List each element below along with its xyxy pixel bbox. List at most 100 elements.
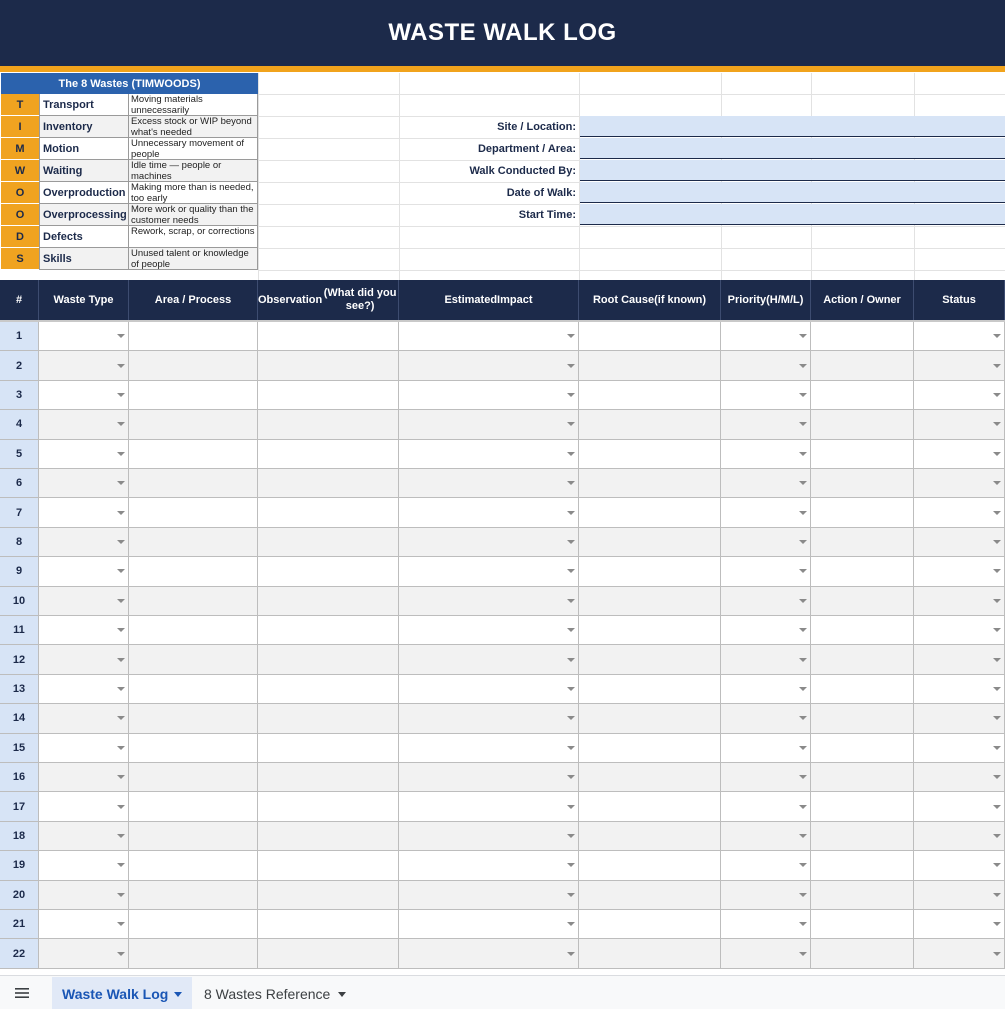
table-cell[interactable] bbox=[579, 469, 721, 499]
table-cell[interactable] bbox=[399, 674, 579, 705]
chevron-down-icon[interactable] bbox=[993, 922, 1001, 927]
table-cell[interactable] bbox=[39, 939, 129, 969]
table-cell[interactable] bbox=[811, 704, 914, 734]
table-cell[interactable] bbox=[399, 851, 579, 881]
table-cell[interactable] bbox=[811, 792, 914, 822]
table-cell[interactable] bbox=[399, 733, 579, 763]
chevron-down-icon[interactable] bbox=[117, 804, 125, 809]
table-cell[interactable] bbox=[129, 851, 258, 881]
chevron-down-icon[interactable] bbox=[117, 451, 125, 456]
table-cell[interactable] bbox=[914, 557, 1005, 587]
chevron-down-icon[interactable] bbox=[567, 392, 575, 397]
table-cell[interactable] bbox=[811, 674, 914, 705]
table-cell[interactable] bbox=[579, 616, 721, 646]
table-cell[interactable] bbox=[811, 380, 914, 411]
chevron-down-icon[interactable] bbox=[799, 334, 807, 339]
chevron-down-icon[interactable] bbox=[799, 951, 807, 956]
chevron-down-icon[interactable] bbox=[799, 422, 807, 427]
spreadsheet-grid[interactable]: WASTE WALK LOG The 8 Wastes (TIMWOODS) T… bbox=[0, 0, 1005, 975]
table-cell[interactable] bbox=[258, 880, 399, 910]
table-cell[interactable] bbox=[399, 586, 579, 616]
chevron-down-icon[interactable] bbox=[799, 392, 807, 397]
waste-letter[interactable]: D bbox=[1, 226, 39, 248]
table-cell[interactable] bbox=[39, 674, 129, 705]
table-cell[interactable] bbox=[914, 792, 1005, 822]
table-cell[interactable] bbox=[258, 910, 399, 940]
table-cell[interactable] bbox=[579, 351, 721, 381]
table-cell[interactable] bbox=[579, 674, 721, 705]
chevron-down-icon[interactable] bbox=[799, 745, 807, 750]
chevron-down-icon[interactable] bbox=[993, 745, 1001, 750]
table-cell[interactable] bbox=[129, 704, 258, 734]
waste-name[interactable]: Transport bbox=[39, 94, 129, 116]
chevron-down-icon[interactable] bbox=[567, 598, 575, 603]
table-cell[interactable] bbox=[579, 527, 721, 558]
table-cell[interactable] bbox=[129, 880, 258, 910]
table-cell[interactable] bbox=[914, 527, 1005, 558]
table-cell[interactable] bbox=[811, 645, 914, 675]
table-cell[interactable] bbox=[721, 557, 811, 587]
table-cell[interactable] bbox=[579, 821, 721, 852]
table-cell[interactable] bbox=[39, 439, 129, 469]
table-cell[interactable] bbox=[39, 469, 129, 499]
chevron-down-icon[interactable] bbox=[117, 510, 125, 515]
table-cell[interactable] bbox=[914, 351, 1005, 381]
table-cell[interactable] bbox=[811, 410, 914, 440]
chevron-down-icon[interactable] bbox=[799, 804, 807, 809]
chevron-down-icon[interactable] bbox=[799, 598, 807, 603]
table-cell[interactable] bbox=[129, 439, 258, 469]
waste-name[interactable]: Overprocessing bbox=[39, 204, 129, 226]
table-cell[interactable] bbox=[811, 322, 914, 352]
table-cell[interactable] bbox=[399, 939, 579, 969]
table-cell[interactable] bbox=[579, 439, 721, 469]
table-cell[interactable] bbox=[399, 527, 579, 558]
table-cell[interactable] bbox=[721, 733, 811, 763]
table-cell[interactable] bbox=[258, 821, 399, 852]
row-number[interactable]: 16 bbox=[0, 763, 39, 793]
waste-description[interactable]: Moving materials unnecessarily bbox=[129, 94, 258, 116]
table-cell[interactable] bbox=[399, 322, 579, 352]
waste-name[interactable]: Skills bbox=[39, 248, 129, 270]
table-cell[interactable] bbox=[39, 498, 129, 528]
table-cell[interactable] bbox=[721, 645, 811, 675]
table-cell[interactable] bbox=[258, 351, 399, 381]
table-cell[interactable] bbox=[129, 469, 258, 499]
table-cell[interactable] bbox=[258, 410, 399, 440]
table-cell[interactable] bbox=[129, 910, 258, 940]
table-cell[interactable] bbox=[914, 586, 1005, 616]
table-cell[interactable] bbox=[129, 821, 258, 852]
table-cell[interactable] bbox=[129, 763, 258, 793]
chevron-down-icon[interactable] bbox=[799, 363, 807, 368]
table-cell[interactable] bbox=[129, 322, 258, 352]
table-cell[interactable] bbox=[399, 821, 579, 852]
chevron-down-icon[interactable] bbox=[993, 951, 1001, 956]
waste-description[interactable]: Making more than is needed, too early bbox=[129, 182, 258, 204]
table-cell[interactable] bbox=[399, 704, 579, 734]
field-input[interactable] bbox=[580, 116, 1005, 137]
field-input[interactable] bbox=[580, 182, 1005, 203]
table-cell[interactable] bbox=[721, 674, 811, 705]
chevron-down-icon[interactable] bbox=[799, 628, 807, 633]
chevron-down-icon[interactable] bbox=[338, 992, 346, 997]
table-cell[interactable] bbox=[811, 586, 914, 616]
chevron-down-icon[interactable] bbox=[567, 539, 575, 544]
table-cell[interactable] bbox=[129, 733, 258, 763]
table-cell[interactable] bbox=[399, 351, 579, 381]
waste-letter[interactable]: O bbox=[1, 182, 39, 204]
chevron-down-icon[interactable] bbox=[117, 363, 125, 368]
table-cell[interactable] bbox=[39, 322, 129, 352]
table-cell[interactable] bbox=[579, 910, 721, 940]
table-cell[interactable] bbox=[914, 674, 1005, 705]
tab-waste-walk-log[interactable]: Waste Walk Log bbox=[52, 977, 192, 1009]
chevron-down-icon[interactable] bbox=[993, 657, 1001, 662]
chevron-down-icon[interactable] bbox=[993, 569, 1001, 574]
table-cell[interactable] bbox=[811, 939, 914, 969]
chevron-down-icon[interactable] bbox=[117, 951, 125, 956]
table-cell[interactable] bbox=[721, 469, 811, 499]
table-cell[interactable] bbox=[721, 851, 811, 881]
table-cell[interactable] bbox=[914, 851, 1005, 881]
table-cell[interactable] bbox=[721, 410, 811, 440]
chevron-down-icon[interactable] bbox=[993, 539, 1001, 544]
chevron-down-icon[interactable] bbox=[799, 775, 807, 780]
table-cell[interactable] bbox=[399, 880, 579, 910]
